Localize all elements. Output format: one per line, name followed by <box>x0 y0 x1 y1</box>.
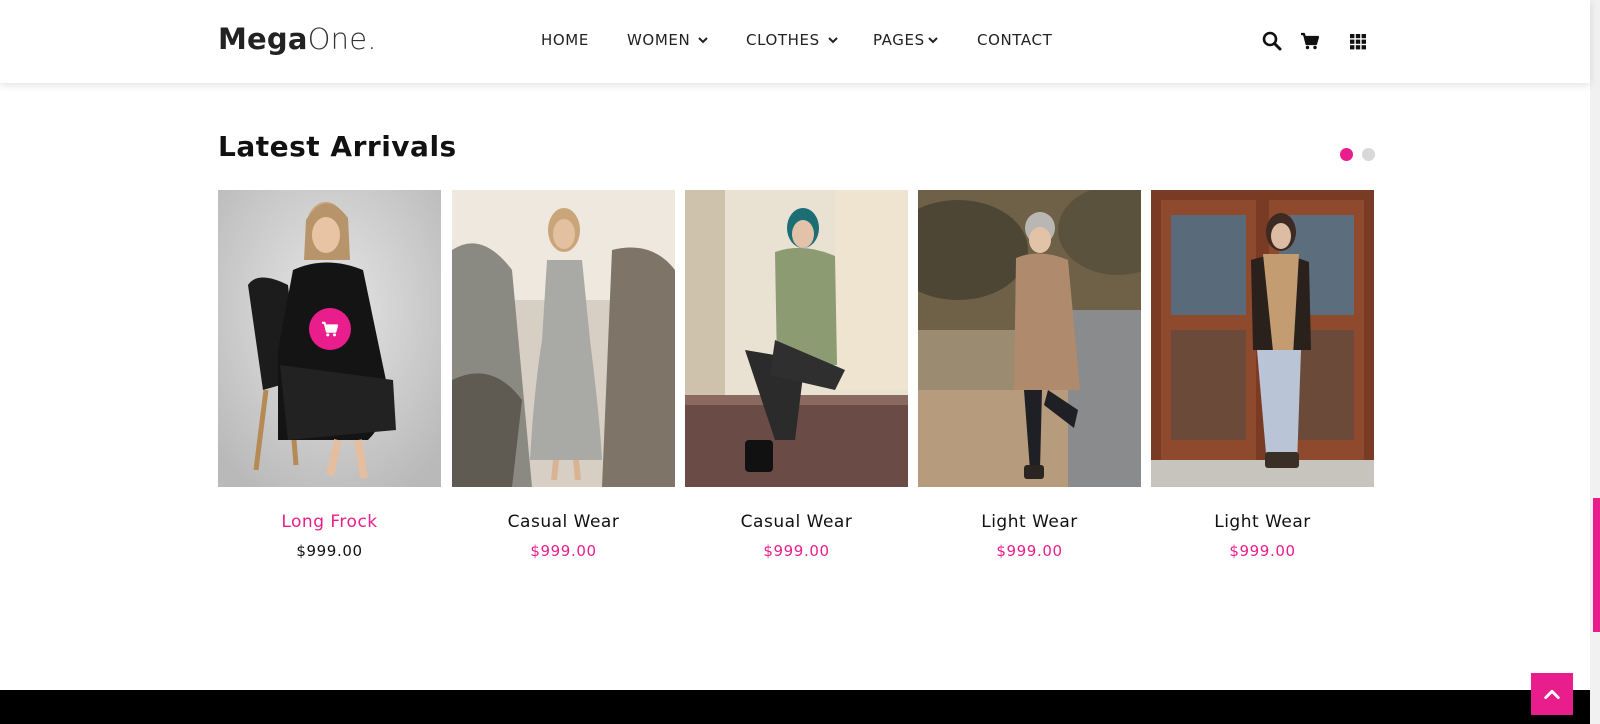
product-image[interactable] <box>1151 190 1374 487</box>
product-photo <box>1151 190 1374 487</box>
nav-label: WOMEN <box>627 31 691 49</box>
add-to-cart-button[interactable] <box>309 308 351 350</box>
cart-icon[interactable] <box>1300 31 1320 51</box>
nav-label: CONTACT <box>977 31 1053 49</box>
chevron-down-icon <box>698 37 708 44</box>
carousel-dot-active[interactable] <box>1340 148 1353 161</box>
product-name[interactable]: Long Frock <box>218 512 441 532</box>
product-photo <box>685 190 908 487</box>
nav-item-pages[interactable]: PAGES <box>873 31 938 49</box>
product-image[interactable] <box>685 190 908 487</box>
product-photo <box>452 190 675 487</box>
cart-icon <box>321 321 339 337</box>
nav-label: HOME <box>541 31 589 49</box>
carousel-dot[interactable] <box>1362 148 1375 161</box>
product-card: Long Frock $999.00 <box>218 190 441 560</box>
chevron-up-icon <box>1544 689 1560 700</box>
section-title: Latest Arrivals <box>218 130 457 163</box>
product-name[interactable]: Light Wear <box>1151 512 1374 532</box>
product-price: $999.00 <box>1229 542 1296 560</box>
site-header: MegaOne. HOME WOMEN CLOTHES PAGES CONTAC… <box>0 0 1590 83</box>
product-price: $999.00 <box>996 542 1063 560</box>
chevron-down-icon <box>828 37 838 44</box>
nav-item-home[interactable]: HOME <box>541 31 589 49</box>
product-photo <box>918 190 1141 487</box>
product-card: Casual Wear $999.00 <box>685 190 908 560</box>
brand-name-bold: Mega <box>218 22 308 56</box>
search-icon[interactable] <box>1262 31 1282 51</box>
brand-logo[interactable]: MegaOne. <box>218 22 377 56</box>
product-price: $999.00 <box>296 542 363 560</box>
site-footer <box>0 690 1590 724</box>
grid-menu-icon[interactable] <box>1348 31 1368 51</box>
product-price: $999.00 <box>763 542 830 560</box>
back-to-top-button[interactable] <box>1531 673 1573 715</box>
product-name[interactable]: Light Wear <box>918 512 1141 532</box>
nav-label: CLOTHES <box>746 31 820 49</box>
nav-item-clothes[interactable]: CLOTHES <box>746 31 838 49</box>
nav-label: PAGES <box>873 31 925 49</box>
product-image[interactable] <box>452 190 675 487</box>
brand-name-light: One. <box>307 22 377 56</box>
product-card: Light Wear $999.00 <box>1151 190 1374 560</box>
nav-item-women[interactable]: WOMEN <box>627 31 708 49</box>
product-name[interactable]: Casual Wear <box>452 512 675 532</box>
chevron-down-icon <box>928 37 938 44</box>
nav-item-contact[interactable]: CONTACT <box>977 31 1052 49</box>
product-image[interactable] <box>218 190 441 487</box>
product-image[interactable] <box>918 190 1141 487</box>
product-name[interactable]: Casual Wear <box>685 512 908 532</box>
product-card: Light Wear $999.00 <box>918 190 1141 560</box>
product-card: Casual Wear $999.00 <box>452 190 675 560</box>
carousel-pagination <box>1340 148 1375 161</box>
scrollbar-thumb[interactable] <box>1593 498 1600 632</box>
product-price: $999.00 <box>530 542 597 560</box>
